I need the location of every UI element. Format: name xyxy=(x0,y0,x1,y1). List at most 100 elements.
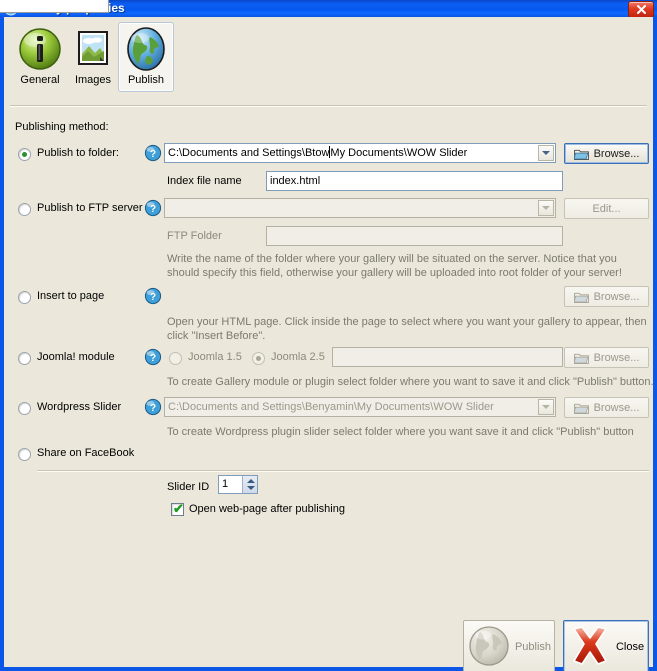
chevron-down-icon xyxy=(542,206,550,210)
publish-folder-path-value-tail: My Documents\WOW Slider xyxy=(330,147,468,159)
radio-insert-to-page-label: Insert to page xyxy=(37,290,105,302)
index-file-name-label: Index file name xyxy=(167,175,242,187)
radio-joomla-15-label: Joomla 1.5 xyxy=(188,351,242,363)
publish-folder-dropdown-arrow[interactable] xyxy=(538,145,554,161)
close-button[interactable]: Close xyxy=(563,620,649,671)
tab-separator xyxy=(10,105,647,107)
browse-button-wordpress: Browse... xyxy=(564,397,649,418)
browse-button-folder[interactable]: Browse... xyxy=(564,143,649,164)
joomla-hint-line-1: To create Gallery module or plugin selec… xyxy=(167,376,654,388)
svg-text:?: ? xyxy=(150,204,156,215)
folder-icon xyxy=(573,149,589,160)
browse-button-wordpress-label: Browse... xyxy=(593,401,640,414)
insert-hint-line-1: Open your HTML page. Click inside the pa… xyxy=(167,316,647,328)
wordpress-path-combobox: C:\Documents and Settings\Benyamin\My Do… xyxy=(164,397,556,417)
radio-publish-to-ftp[interactable] xyxy=(18,203,31,216)
slider-id-label: Slider ID xyxy=(167,481,210,493)
radio-joomla-module-label: Joomla! module xyxy=(37,351,115,363)
tab-publish-label: Publish xyxy=(127,74,165,86)
checkmark-icon: ✔ xyxy=(173,501,184,516)
radio-joomla-25 xyxy=(252,352,265,365)
publish-folder-path-value: C:\Documents and Settings\Btow xyxy=(168,147,330,159)
radio-publish-to-ftp-label: Publish to FTP server xyxy=(37,202,143,214)
index-file-name-value: index.html xyxy=(270,175,321,187)
help-globe-icon-joomla[interactable]: ? xyxy=(144,348,162,369)
chevron-down-icon xyxy=(542,405,550,409)
ftp-folder-input xyxy=(266,226,563,246)
publish-button-label: Publish xyxy=(514,641,552,653)
svg-text:?: ? xyxy=(150,149,156,160)
browse-button-insert: Browse... xyxy=(564,286,649,307)
ftp-server-combobox xyxy=(164,198,556,218)
chevron-down-icon xyxy=(542,151,550,155)
window-border-right xyxy=(653,17,657,671)
svg-text:?: ? xyxy=(150,292,156,303)
red-x-icon xyxy=(568,625,612,670)
folder-icon xyxy=(573,292,589,303)
tab-strip: General Images Publish xyxy=(4,17,653,107)
gallery-properties-window: Gallery properties xyxy=(0,0,657,671)
radio-joomla-module[interactable] xyxy=(18,352,31,365)
globe-icon xyxy=(123,26,169,72)
title-bar: Gallery properties xyxy=(0,0,657,18)
folder-icon xyxy=(573,403,589,414)
picture-icon xyxy=(70,26,116,72)
radio-insert-to-page[interactable] xyxy=(18,291,31,304)
wordpress-hint-line-1: To create Wordpress plugin slider select… xyxy=(167,426,634,438)
radio-share-on-facebook-label: Share on FaceBook xyxy=(37,447,135,459)
edit-ftp-button-label: Edit... xyxy=(592,202,621,215)
insert-hint-line-2: click "Insert Before". xyxy=(167,330,266,342)
radio-wordpress-slider[interactable] xyxy=(18,402,31,415)
radio-joomla-15 xyxy=(169,352,182,365)
close-icon xyxy=(636,5,646,14)
tab-general-label: General xyxy=(20,74,60,86)
close-button-label: Close xyxy=(615,641,645,653)
help-globe-icon-folder[interactable]: ? xyxy=(144,144,162,165)
tab-images-label: Images xyxy=(74,74,112,86)
help-globe-icon-ftp[interactable]: ? xyxy=(144,199,162,220)
tab-images[interactable]: Images xyxy=(65,22,121,92)
publish-folder-path-combobox[interactable]: C:\Documents and Settings\BtowMy Documen… xyxy=(164,143,556,163)
publish-globe-icon xyxy=(467,624,511,671)
dialog-client-area: General Images Publish Publishing method… xyxy=(4,17,654,671)
chevron-up-icon xyxy=(247,479,255,483)
window-close-button[interactable] xyxy=(628,1,654,18)
slider-id-stepper[interactable]: 1 xyxy=(218,475,258,494)
open-webpage-checkbox[interactable]: ✔ xyxy=(171,501,184,516)
browse-button-folder-label: Browse... xyxy=(593,147,640,160)
ftp-hint-line-2: should specify this field, otherwise you… xyxy=(167,267,622,279)
slider-id-value: 1 xyxy=(222,478,229,490)
tab-general[interactable]: General xyxy=(12,22,68,92)
publishing-method-label: Publishing method: xyxy=(15,121,109,133)
ftp-hint-line-1: Write the name of the folder where your … xyxy=(167,253,617,265)
edit-ftp-button: Edit... xyxy=(564,198,649,219)
ftp-folder-label: FTP Folder xyxy=(167,230,222,242)
options-separator xyxy=(37,470,649,472)
radio-publish-to-folder[interactable] xyxy=(18,148,31,161)
index-file-name-input[interactable]: index.html xyxy=(266,171,563,191)
ftp-server-dropdown-arrow xyxy=(538,200,554,216)
help-globe-icon-wordpress[interactable]: ? xyxy=(144,398,162,419)
radio-publish-to-folder-label: Publish to folder: xyxy=(37,147,119,159)
open-webpage-label: Open web-page after publishing xyxy=(189,503,345,515)
svg-text:?: ? xyxy=(150,353,156,364)
folder-icon xyxy=(573,353,589,364)
browse-button-insert-label: Browse... xyxy=(593,290,640,303)
overlay-occluder xyxy=(0,0,109,13)
window-border-bottom xyxy=(0,667,657,671)
svg-text:?: ? xyxy=(150,403,156,414)
info-icon xyxy=(17,26,63,72)
radio-joomla-25-label: Joomla 2.5 xyxy=(271,351,325,363)
tab-publish[interactable]: Publish xyxy=(118,22,174,92)
wordpress-path-value: C:\Documents and Settings\Benyamin\My Do… xyxy=(168,401,494,413)
chevron-down-icon xyxy=(247,486,255,490)
slider-id-spin-buttons[interactable] xyxy=(242,476,257,493)
radio-wordpress-slider-label: Wordpress Slider xyxy=(37,401,122,413)
wordpress-dropdown-arrow xyxy=(538,399,554,415)
joomla-path-input xyxy=(332,347,563,367)
publish-button: Publish xyxy=(463,620,555,671)
browse-button-joomla-label: Browse... xyxy=(593,351,640,364)
help-globe-icon-insert[interactable]: ? xyxy=(144,287,162,308)
radio-share-on-facebook[interactable] xyxy=(18,448,31,461)
browse-button-joomla: Browse... xyxy=(564,347,649,368)
